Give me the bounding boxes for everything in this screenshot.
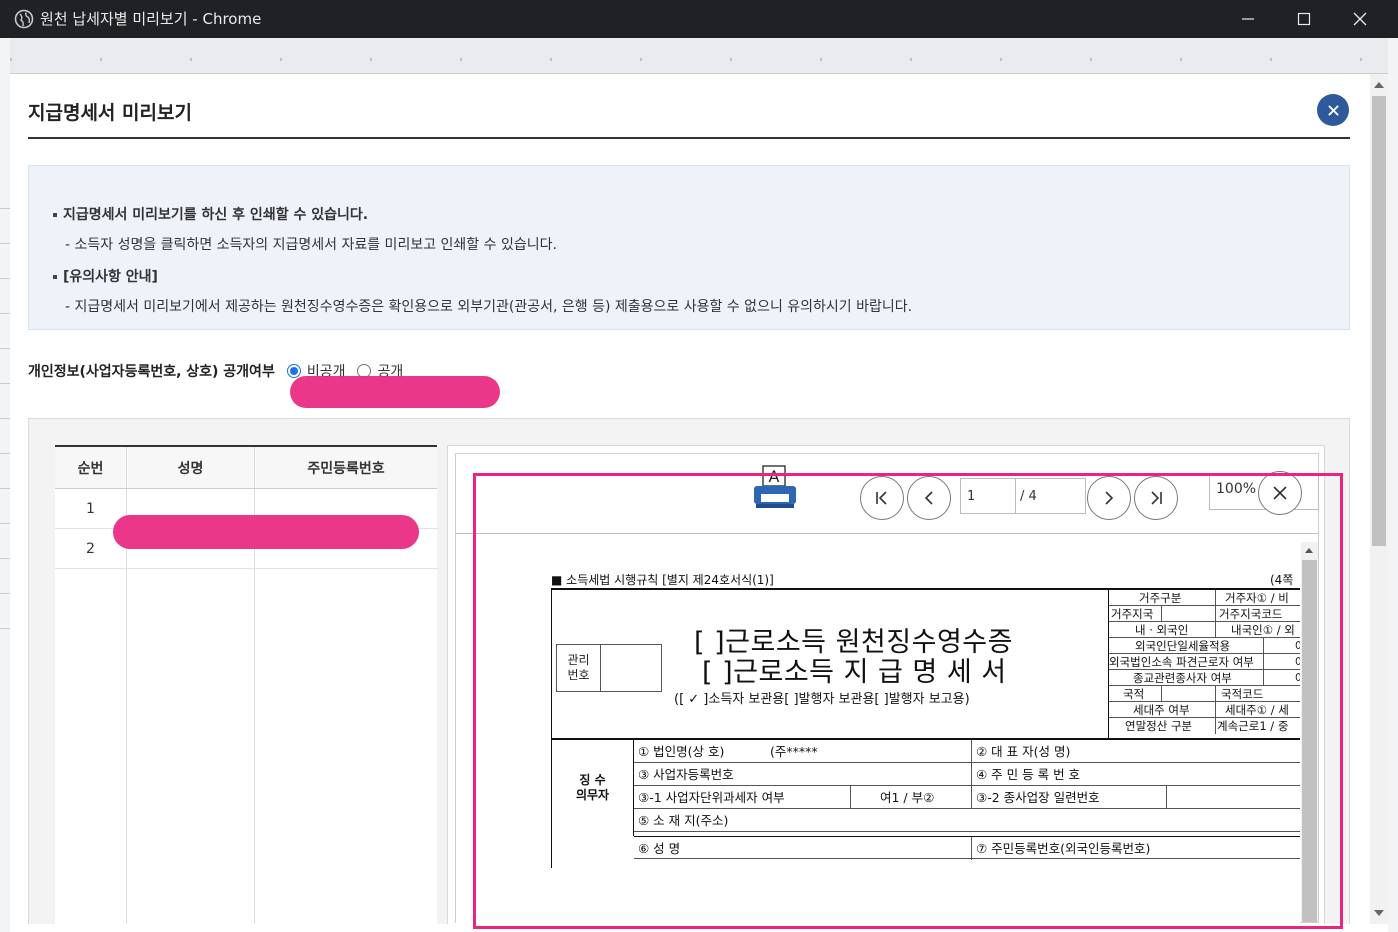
grid-row: 종교관련종사자 여부여1: [1109, 670, 1300, 686]
close-icon: [1273, 486, 1287, 500]
form-row: ③-1 사업자단위과세자 여부 여1 / 부② ③-2 종사업장 일련번호: [634, 786, 1300, 809]
withholder-label: 징 수 의무자: [552, 740, 634, 836]
background-page-header: [10, 38, 1388, 74]
form-title: [ ]근로소득 지 급 명 세 서: [702, 657, 1007, 688]
last-page-icon: [1151, 491, 1162, 505]
grid-row: 거주지국 거주지국코드: [1109, 606, 1300, 622]
modal-scrollbar[interactable]: [1370, 74, 1388, 924]
form-row: ① 법인명(상 호) (주***** ② 대 표 자(성 명): [634, 740, 1300, 763]
close-icon: [1353, 12, 1367, 26]
next-page-icon: [1105, 491, 1114, 505]
viewer-toolbar: A 1 / 4 100%: [456, 454, 1319, 534]
page-number-input[interactable]: 1: [960, 478, 1016, 514]
document-viewer: A 1 / 4 100% ■ 소득세법 시행규칙 [별지 제24호서식(1)] …: [447, 445, 1325, 924]
info-box: 지급명세서 미리보기를 하신 후 인쇄할 수 있습니다. - 소득자 성명을 클…: [28, 165, 1350, 330]
document-canvas: ■ 소득세법 시행규칙 [별지 제24호서식(1)] (4쪽 관리 번호 [ ]…: [456, 535, 1300, 923]
form-row: ⑥ 성 명⑦ 주민등록번호(외국인등록번호): [634, 836, 1300, 860]
withholder-section: 징 수 의무자 ① 법인명(상 호) (주***** ② 대 표 자(성 명) ③ …: [552, 740, 1300, 870]
grid-row: 거주구분 거주자① / 비: [1109, 590, 1300, 606]
window-titlebar: 원천 납세자별 미리보기 - Chrome: [0, 0, 1398, 38]
modal-header: 지급명세서 미리보기: [28, 92, 1350, 139]
taxpayer-table: 순번 성명 주민등록번호 1 2: [55, 445, 437, 924]
grid-row: 연말정산 구분 계속근로1 / 중: [1125, 718, 1289, 734]
preview-modal: 지급명세서 미리보기 지급명세서 미리보기를 하신 후 인쇄할 수 있습니다. …: [10, 74, 1370, 924]
resident-info-grid: 거주구분 거주자① / 비 거주지국 거주지국코드 내 · 외국인 내국인① / 외 …: [1108, 590, 1300, 738]
globe-icon: [14, 9, 34, 29]
info-line: 지급명세서 미리보기를 하신 후 인쇄할 수 있습니다.: [53, 200, 1349, 230]
last-page-button[interactable]: [1134, 476, 1178, 520]
next-page-button[interactable]: [1087, 476, 1131, 520]
column-header-name: 성명: [127, 447, 255, 488]
first-page-icon: [876, 491, 887, 505]
management-number-box: 관리 번호: [556, 644, 662, 692]
form-row: ⑤ 소 재 지(주소): [634, 809, 1300, 832]
table-header: 순번 성명 주민등록번호: [55, 447, 437, 489]
grid-row: 외국법인소속 파견근로자 여부여1: [1109, 654, 1300, 670]
first-page-button[interactable]: [860, 476, 904, 520]
modal-close-button[interactable]: [1317, 94, 1349, 126]
close-icon: [1327, 104, 1339, 116]
background-page-left: [0, 38, 10, 932]
highlight-mark: [113, 515, 419, 549]
grid-row: 세대주 여부 세대주① / 세: [1109, 702, 1300, 718]
grid-row: 국적 국적코드: [1109, 686, 1300, 702]
svg-text:A: A: [769, 467, 780, 486]
info-line: - 소득자 성명을 클릭하면 소득자의 지급명세서 자료를 미리보고 인쇄할 수…: [65, 237, 557, 253]
form-row: ③ 사업자등록번호 ④ 주 민 등 록 번 호: [634, 763, 1300, 786]
printer-icon[interactable]: A: [752, 464, 798, 512]
maximize-button[interactable]: [1276, 0, 1332, 38]
background-page-right: [1388, 38, 1398, 932]
prev-page-icon: [924, 491, 933, 505]
management-number-label: 관리 번호: [557, 645, 601, 691]
minimize-button[interactable]: [1220, 0, 1276, 38]
form-subtitle: ([ ✓ ]소득자 보관용[ ]발행자 보관용[ ]발행자 보고용): [674, 692, 970, 707]
modal-title: 지급명세서 미리보기: [28, 102, 192, 124]
privacy-label: 개인정보(사업자등록번호, 상호) 공개여부: [28, 364, 275, 380]
window-title: 원천 납세자별 미리보기 - Chrome: [40, 10, 262, 28]
form-caption: ■ 소득세법 시행규칙 [별지 제24호서식(1)]: [551, 573, 774, 587]
column-header-no: 순번: [55, 447, 127, 488]
highlight-mark: [290, 376, 500, 408]
viewer-frame: A 1 / 4 100% ■ 소득세법 시행규칙 [별지 제24호서식(1)] …: [455, 453, 1319, 923]
column-header-rrn: 주민등록번호: [307, 460, 385, 477]
tax-form: 관리 번호 [ ]근로소득 원천징수영수증 [ ]근로소득 지 급 명 세 서 …: [551, 588, 1300, 868]
viewer-close-button[interactable]: [1258, 471, 1302, 515]
prev-page-button[interactable]: [907, 476, 951, 520]
maximize-icon: [1297, 12, 1311, 26]
lower-panel: 순번 성명 주민등록번호 1 2 A 1 / 4 100% ■ 소득세법 시행규…: [28, 418, 1350, 924]
grid-row: 외국인단일세율적용여1: [1109, 638, 1300, 654]
info-line: [유의사항 안내]: [53, 262, 1349, 292]
minimize-icon: [1242, 18, 1254, 20]
table-empty-area: [55, 569, 437, 924]
window-close-button[interactable]: [1332, 0, 1388, 38]
radio-private[interactable]: [286, 364, 301, 378]
document-scrollbar[interactable]: [1301, 542, 1318, 922]
form-page-note: (4쪽: [1270, 573, 1294, 587]
page-total: / 4: [1016, 478, 1086, 514]
grid-row: 내 · 외국인 내국인① / 외: [1109, 622, 1300, 638]
info-line: - 지급명세서 미리보기에서 제공하는 원천징수영수증은 확인용으로 외부기관(…: [65, 299, 913, 315]
